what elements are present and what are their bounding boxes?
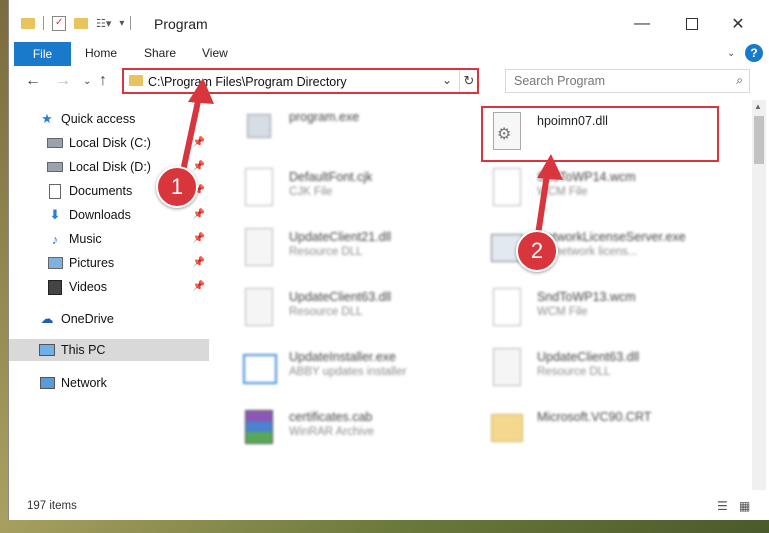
drive-icon bbox=[47, 159, 63, 175]
pin-icon: 📌 bbox=[192, 257, 205, 268]
file-icon bbox=[487, 286, 527, 330]
search-icon: ⌕ bbox=[736, 73, 743, 87]
title-bar: ✓ ☷▾ ▾ Program — ✕ bbox=[9, 0, 769, 42]
file-item-microsoft-vc90-crt[interactable]: Microsoft.VC90.CRT bbox=[487, 402, 717, 458]
forward-arrow-icon[interactable]: → bbox=[55, 72, 71, 90]
address-bar[interactable]: C:\Program Files\Program Directory ⌄ ↻ bbox=[122, 68, 479, 94]
sidebar-item-music[interactable]: ♪ Music 📌 bbox=[9, 228, 209, 250]
search-box[interactable]: Search Program ⌕ bbox=[505, 69, 750, 93]
separator bbox=[130, 16, 132, 30]
minimize-button[interactable]: — bbox=[619, 10, 665, 38]
folder-icon bbox=[487, 406, 527, 450]
sidebar-item-pictures[interactable]: Pictures 📌 bbox=[9, 252, 209, 274]
window-title: Program bbox=[154, 16, 208, 32]
file-icon bbox=[239, 166, 279, 210]
sidebar-item-this-pc[interactable]: This PC bbox=[9, 339, 209, 361]
refresh-icon[interactable]: ↻ bbox=[459, 70, 478, 92]
tab-share[interactable]: Share bbox=[144, 46, 176, 60]
tab-file[interactable]: File bbox=[14, 42, 71, 66]
scroll-up-icon[interactable]: ▲ bbox=[754, 102, 762, 111]
close-icon: ✕ bbox=[731, 16, 745, 33]
sidebar-item-onedrive[interactable]: ☁ OneDrive bbox=[9, 308, 209, 330]
file-item-updateclient21[interactable]: UpdateClient21.dll Resource DLL bbox=[239, 222, 469, 278]
sidebar-item-network[interactable]: Network bbox=[9, 372, 209, 394]
properties-icon[interactable]: ✓ bbox=[52, 15, 66, 31]
star-icon: ★ bbox=[41, 111, 53, 126]
maximize-button[interactable] bbox=[669, 10, 715, 38]
minimize-icon: — bbox=[634, 15, 650, 32]
ribbon-expand-icon[interactable]: ⌄ bbox=[727, 48, 735, 59]
ribbon: File Home Share View ⌄ ? bbox=[9, 42, 769, 67]
file-item-updateclient63-right[interactable]: UpdateClient63.dll Resource DLL bbox=[487, 342, 717, 398]
file-item-program-exe[interactable]: program.exe bbox=[239, 102, 469, 158]
pin-icon: 📌 bbox=[192, 137, 205, 148]
explorer-window: ✓ ☷▾ ▾ Program — ✕ File Home Share View … bbox=[8, 0, 769, 520]
network-icon bbox=[39, 375, 55, 391]
computer-icon bbox=[39, 342, 55, 358]
dll-gear-icon bbox=[239, 226, 279, 270]
dll-gear-icon bbox=[487, 346, 527, 390]
address-path: C:\Program Files\Program Directory bbox=[148, 75, 347, 89]
sidebar-item-videos[interactable]: Videos 📌 bbox=[9, 276, 209, 298]
file-item-sndtowp14[interactable]: SndToWP14.wcm WCM File bbox=[487, 162, 717, 218]
drive-icon bbox=[47, 135, 63, 151]
recent-dropdown-icon[interactable]: ⌄ bbox=[83, 76, 91, 87]
highlight-box-file bbox=[481, 106, 719, 162]
large-icons-view-icon[interactable]: ▦ bbox=[739, 499, 750, 513]
file-item-updateinstaller[interactable]: UpdateInstaller.exe ABBY updates install… bbox=[239, 342, 469, 398]
download-icon: ⬇ bbox=[49, 207, 61, 222]
winrar-archive-icon bbox=[239, 406, 279, 450]
file-item-sndtowp13[interactable]: SndToWP13.wcm WCM File bbox=[487, 282, 717, 338]
customize-icon[interactable]: ☷▾ bbox=[96, 17, 111, 30]
application-icon bbox=[239, 106, 279, 150]
videos-icon bbox=[47, 279, 63, 295]
help-button[interactable]: ? bbox=[745, 44, 763, 62]
installer-icon bbox=[239, 346, 279, 390]
tab-home[interactable]: Home bbox=[85, 46, 117, 60]
qa-dropdown-icon[interactable]: ▾ bbox=[119, 18, 124, 29]
up-arrow-icon[interactable]: ↑ bbox=[99, 72, 107, 90]
tab-view[interactable]: View bbox=[202, 46, 228, 60]
navigation-bar: ← → ⌄ ↑ C:\Program Files\Program Directo… bbox=[9, 66, 769, 96]
maximize-icon bbox=[686, 18, 698, 30]
item-count: 197 items bbox=[27, 500, 77, 512]
pin-icon: 📌 bbox=[192, 281, 205, 292]
pictures-icon bbox=[47, 255, 63, 271]
sidebar-item-quick-access[interactable]: ★ Quick access bbox=[9, 108, 209, 130]
back-arrow-icon[interactable]: ← bbox=[25, 72, 41, 90]
callout-two: 2 bbox=[516, 230, 558, 272]
callout-one: 1 bbox=[156, 166, 198, 208]
dll-gear-icon bbox=[239, 286, 279, 330]
cloud-icon: ☁ bbox=[40, 311, 54, 326]
details-view-icon[interactable]: ☰ bbox=[717, 499, 728, 513]
folder-icon bbox=[129, 75, 143, 86]
vertical-scrollbar[interactable]: ▲ bbox=[752, 100, 766, 490]
file-item-defaultfont[interactable]: DefaultFont.cjk CJK File bbox=[239, 162, 469, 218]
music-icon: ♪ bbox=[51, 231, 59, 247]
address-dropdown-icon[interactable]: ⌄ bbox=[442, 73, 452, 87]
documents-icon bbox=[47, 183, 63, 199]
folder-icon[interactable] bbox=[21, 17, 35, 29]
sidebar-item-local-disk-c[interactable]: Local Disk (C:) 📌 bbox=[9, 132, 209, 154]
file-icon bbox=[487, 166, 527, 210]
navigation-pane: ★ Quick access Local Disk (C:) 📌 Local Dis… bbox=[9, 104, 209, 444]
search-input[interactable]: Search Program bbox=[514, 74, 605, 88]
separator bbox=[43, 16, 44, 30]
scroll-thumb[interactable] bbox=[754, 116, 764, 164]
file-item-updateclient63[interactable]: UpdateClient63.dll Resource DLL bbox=[239, 282, 469, 338]
status-bar: 197 items ☰ ▦ bbox=[9, 496, 769, 518]
pin-icon: 📌 bbox=[192, 161, 205, 172]
new-folder-icon[interactable] bbox=[74, 17, 88, 29]
file-item-certificates-cab[interactable]: certificates.cab WinRAR Archive bbox=[239, 402, 469, 458]
close-button[interactable]: ✕ bbox=[715, 10, 761, 38]
quick-access-toolbar: ✓ ☷▾ ▾ bbox=[21, 13, 132, 33]
pin-icon: 📌 bbox=[192, 209, 205, 220]
pin-icon: 📌 bbox=[192, 233, 205, 244]
